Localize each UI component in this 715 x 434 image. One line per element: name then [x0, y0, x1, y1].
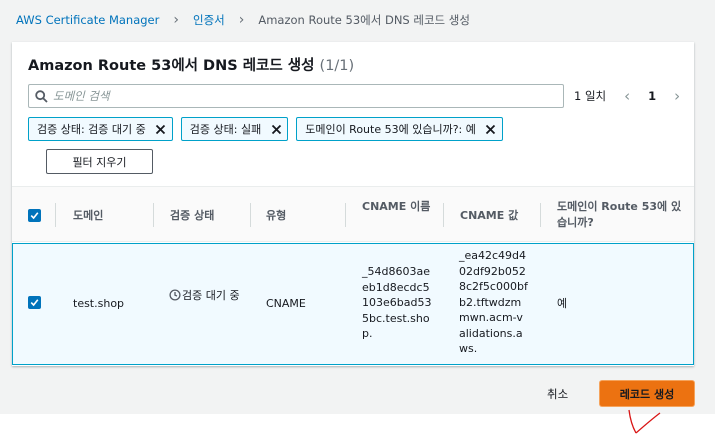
records-panel: Amazon Route 53에서 DNS 레코드 생성 (1/1) 1 일치 …	[12, 42, 694, 366]
filter-token-label: 도메인이 Route 53에 있습니까?: 예	[305, 123, 476, 136]
filter-tokens: 검증 상태: 검증 대기 중 검증 상태: 실패 도메인이 Route 53에 …	[28, 117, 503, 141]
pagination: 1 일치 ‹ 1 ›	[574, 84, 684, 108]
in-route53-cell: 예	[557, 297, 568, 310]
cname-value-cell: _ea42c49d402df92b0528c2f5c000bfb2.tftwdz…	[459, 249, 528, 355]
filter-token: 도메인이 Route 53에 있습니까?: 예	[296, 117, 503, 141]
status-cell: 검증 대기 중	[169, 288, 245, 304]
column-header-in-route53[interactable]: 도메인이 Route 53에 있습니까?	[557, 199, 682, 231]
table-header: 도메인 검증 상태 유형 CNAME 이름 CNAME 값 도메인이 Route…	[12, 186, 694, 242]
selection-count: (1/1)	[319, 58, 355, 74]
column-header-type[interactable]: 유형	[266, 187, 286, 243]
clock-icon	[169, 289, 181, 301]
chevron-right-icon[interactable]: ›	[670, 87, 684, 105]
column-header-cname-name[interactable]: CNAME 이름	[362, 199, 432, 215]
row-checkbox[interactable]	[28, 296, 41, 309]
checkbox-checked-icon	[28, 208, 41, 222]
panel-title: Amazon Route 53에서 DNS 레코드 생성	[28, 58, 315, 74]
close-icon[interactable]	[150, 118, 172, 140]
breadcrumb-current: Amazon Route 53에서 DNS 레코드 생성	[258, 13, 470, 27]
cname-name-cell: _54d8603aeeb1d8ecdc5103e6bad535bc.test.s…	[362, 265, 432, 340]
close-icon[interactable]	[265, 118, 287, 140]
column-header-status[interactable]: 검증 상태	[170, 187, 214, 243]
annotation-arrow	[628, 409, 661, 434]
checkbox-checked-icon	[28, 296, 41, 309]
match-count: 1 일치	[574, 89, 607, 103]
column-header-domain[interactable]: 도메인	[73, 187, 103, 243]
domain-cell: test.shop	[73, 297, 125, 310]
status-text: 검증 대기 중	[182, 289, 240, 302]
table-row[interactable]: test.shop 검증 대기 중 CNAME _54d8603aeeb1d8e…	[12, 243, 694, 365]
page-title: Amazon Route 53에서 DNS 레코드 생성 (1/1)	[28, 54, 354, 75]
breadcrumb: AWS Certificate Manager › 인증서 › Amazon R…	[16, 12, 470, 28]
search-icon	[29, 89, 53, 103]
filter-token-label: 검증 상태: 실패	[189, 123, 262, 136]
breadcrumb-acm[interactable]: AWS Certificate Manager	[16, 13, 159, 27]
type-cell: CNAME	[266, 297, 306, 310]
select-all-checkbox[interactable]	[28, 187, 41, 243]
filter-token: 검증 상태: 실패	[180, 117, 289, 141]
chevron-right-icon: ›	[238, 12, 245, 28]
chevron-left-icon[interactable]: ‹	[620, 87, 634, 105]
page-background	[0, 414, 715, 434]
column-header-cname-value[interactable]: CNAME 값	[460, 187, 518, 243]
clear-filters-button[interactable]: 필터 지우기	[46, 149, 153, 174]
search-box[interactable]	[28, 84, 564, 108]
chevron-right-icon: ›	[173, 12, 179, 28]
filter-token: 검증 상태: 검증 대기 중	[28, 117, 173, 141]
close-icon[interactable]	[480, 118, 502, 140]
cancel-button[interactable]: 취소	[547, 386, 568, 402]
search-input[interactable]	[53, 89, 533, 103]
filter-token-label: 검증 상태: 검증 대기 중	[37, 123, 146, 136]
breadcrumb-certificates[interactable]: 인증서	[193, 12, 225, 28]
page-number[interactable]: 1	[648, 89, 656, 103]
